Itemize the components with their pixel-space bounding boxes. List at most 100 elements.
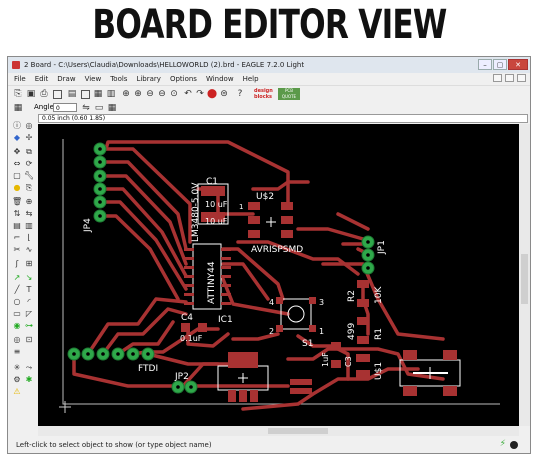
ulp-icon[interactable]: ▥ <box>105 88 117 100</box>
ratsnest-icon[interactable]: ✳ <box>12 363 22 372</box>
dimension-icon[interactable]: ≡ <box>12 347 22 356</box>
delete-icon[interactable]: 🗑︎ <box>12 197 22 206</box>
errors-icon[interactable]: ✱ <box>24 375 34 384</box>
horizontal-scroll-thumb[interactable] <box>268 428 328 434</box>
wire-icon[interactable]: ↗ <box>12 273 22 282</box>
show-icon[interactable]: ◎ <box>24 121 34 130</box>
optimize-icon[interactable]: ✂ <box>12 245 22 254</box>
text-icon[interactable]: ▭ <box>93 102 105 114</box>
print-icon[interactable]: ⎙ <box>38 88 50 100</box>
signal-icon[interactable]: ⊶ <box>24 321 34 330</box>
board-icon[interactable]: ▤ <box>66 88 78 100</box>
meander-icon[interactable]: ʃ <box>12 259 22 268</box>
attribute-icon[interactable]: ⊡ <box>24 335 34 344</box>
c3-label: C3 <box>344 356 353 367</box>
cam-icon[interactable] <box>51 88 63 100</box>
autoroute-icon[interactable]: ↘ <box>24 273 34 282</box>
mdi-restore-button[interactable] <box>505 74 514 82</box>
save-icon[interactable]: ▣ <box>25 88 37 100</box>
r2-pad-2 <box>357 299 369 307</box>
circle-icon[interactable]: ○ <box>12 297 22 306</box>
mirror-tool-icon[interactable]: ⇔ <box>12 159 22 168</box>
zoom-in-icon[interactable]: ⊕ <box>132 88 144 100</box>
warning-icon[interactable]: ⚠ <box>12 387 22 396</box>
redo-icon[interactable]: ↷ <box>194 88 206 100</box>
text-tool-icon[interactable]: T <box>24 285 34 294</box>
script-icon[interactable]: ▦ <box>92 88 104 100</box>
pinswap-icon[interactable]: ⇅ <box>12 209 22 218</box>
change-icon[interactable]: 🔧︎ <box>24 171 34 180</box>
drc-icon[interactable]: ⚙ <box>12 375 22 384</box>
mdi-minimize-button[interactable] <box>493 74 502 82</box>
go-status-icon[interactable]: ⚡ <box>500 439 506 449</box>
menu-window[interactable]: Window <box>206 73 234 85</box>
route-icon[interactable]: ∿ <box>24 245 34 254</box>
split-icon[interactable]: ⌊ <box>24 233 34 242</box>
polygon-icon[interactable]: ◸ <box>24 309 34 318</box>
arc-icon[interactable]: ◜ <box>24 297 34 306</box>
c1-label: C1 <box>206 177 218 187</box>
info-icon[interactable]: ⓘ <box>12 121 22 130</box>
menu-library[interactable]: Library <box>136 73 160 85</box>
zoom-out-icon[interactable]: ⊖ <box>144 88 156 100</box>
ripup-icon[interactable]: ⊞ <box>24 259 34 268</box>
replace-icon[interactable]: ⇆ <box>24 209 34 218</box>
menu-draw[interactable]: Draw <box>57 73 75 85</box>
group-icon[interactable]: ▢ <box>12 171 22 180</box>
pcb-quote-logo[interactable]: PCB QUOTE <box>278 88 300 100</box>
copy-icon[interactable]: ⧉ <box>24 147 34 156</box>
undo-icon[interactable]: ↶ <box>182 88 194 100</box>
auto-icon[interactable]: ⤳ <box>24 363 34 372</box>
open-icon[interactable]: ⎘ <box>12 88 24 100</box>
zoom-redraw-icon[interactable]: ⊖ <box>156 88 168 100</box>
go-icon[interactable]: ⊜ <box>218 88 230 100</box>
paste-icon[interactable]: ⎘ <box>24 183 34 192</box>
paint-icon[interactable]: ● <box>12 183 22 192</box>
horizontal-scrollbar[interactable] <box>38 426 519 436</box>
regulator-pad-2 <box>239 390 247 402</box>
via-icon[interactable]: ◉ <box>12 321 22 330</box>
vertical-scrollbar[interactable] <box>519 124 530 426</box>
schematic-icon[interactable] <box>79 88 91 100</box>
rect-icon[interactable]: ▭ <box>12 309 22 318</box>
vertical-scroll-thumb[interactable] <box>521 254 528 304</box>
jp2-label: JP2 <box>174 372 189 382</box>
zoom-fit-icon[interactable]: ⊕ <box>120 88 132 100</box>
add-icon[interactable]: ⊕ <box>24 197 34 206</box>
mirror-icon[interactable]: ⇋ <box>80 102 92 114</box>
menu-tools[interactable]: Tools <box>110 73 127 85</box>
stop-status-icon[interactable] <box>510 441 518 449</box>
rotate-icon[interactable]: ⟳ <box>24 159 34 168</box>
minimize-button[interactable]: – <box>478 59 492 70</box>
mark-icon[interactable]: ✢ <box>24 133 34 142</box>
mdi-controls <box>493 74 526 82</box>
menu-file[interactable]: File <box>14 73 26 85</box>
help-icon[interactable]: ? <box>234 88 246 100</box>
board-canvas[interactable]: JP4 C1 10 uF 10 uF LM3480-5.0V U$2 1 AVR… <box>38 124 519 426</box>
lock-icon[interactable]: ▤ <box>12 221 22 230</box>
ic1-name-label: ATTINY44 <box>207 261 217 304</box>
pcb-layout[interactable]: JP4 C1 10 uF 10 uF LM3480-5.0V U$2 1 AVR… <box>38 124 519 426</box>
ftdi-label: FTDI <box>138 364 158 374</box>
menu-view[interactable]: View <box>85 73 102 85</box>
maximize-button[interactable]: ▢ <box>493 59 507 70</box>
hole-icon[interactable]: ◎ <box>12 335 22 344</box>
menu-help[interactable]: Help <box>243 73 259 85</box>
menu-edit[interactable]: Edit <box>35 73 49 85</box>
u2-pin1: 1 <box>239 203 243 211</box>
smash-icon[interactable]: ▥ <box>24 221 34 230</box>
menu-options[interactable]: Options <box>170 73 197 85</box>
layer-icon[interactable]: ▦ <box>106 102 118 114</box>
move-icon[interactable]: ✥ <box>12 147 22 156</box>
stop-icon[interactable]: ⬤ <box>206 88 218 100</box>
zoom-area-icon[interactable]: ⊙ <box>168 88 180 100</box>
line-icon[interactable]: ╱ <box>12 285 22 294</box>
miter-icon[interactable]: ⌐ <box>12 233 22 242</box>
window-title: 2 Board - C:\Users\Claudia\Downloads\HEL… <box>24 61 305 69</box>
grid-icon[interactable]: ▦ <box>12 102 24 114</box>
close-button[interactable]: ✕ <box>508 59 528 70</box>
display-icon[interactable]: ◆ <box>12 133 22 142</box>
design-blocks-logo[interactable]: design blocks <box>254 88 274 100</box>
mdi-close-button[interactable] <box>517 74 526 82</box>
angle-select[interactable]: 0 <box>53 103 77 112</box>
